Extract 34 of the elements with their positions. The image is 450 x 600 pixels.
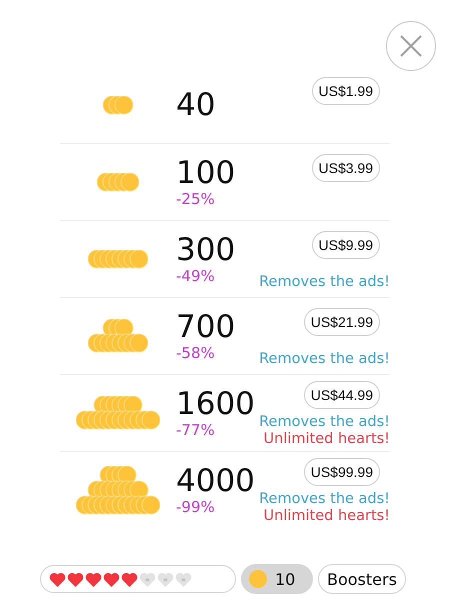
price-button[interactable]: US$44.99 xyxy=(304,381,380,409)
coin-amount: 700 xyxy=(176,310,236,344)
removes-ads-text: Removes the ads! xyxy=(259,491,390,508)
coin-stack-icon xyxy=(88,250,148,268)
coin-amount: 40 xyxy=(176,88,216,122)
coin-amount: 1600 xyxy=(176,387,255,421)
unlimited-hearts-text: Unlimited hearts! xyxy=(264,431,390,448)
price-button[interactable]: US$99.99 xyxy=(304,458,380,486)
coin-stack-icon xyxy=(88,319,148,353)
coin-amount: 4000 xyxy=(176,464,255,498)
discount-text: -77% xyxy=(176,421,215,439)
price-button[interactable]: US$9.99 xyxy=(312,231,380,259)
removes-ads-text: Removes the ads! xyxy=(259,274,390,291)
price-button[interactable]: US$1.99 xyxy=(312,77,380,105)
coin-icon xyxy=(249,570,267,588)
discount-text: -58% xyxy=(176,344,215,362)
price-button[interactable]: US$3.99 xyxy=(312,154,380,182)
coin-count: 10 xyxy=(275,570,296,588)
close-button[interactable] xyxy=(386,21,436,71)
coin-amount: 300 xyxy=(176,233,236,267)
price-button[interactable]: US$21.99 xyxy=(304,308,380,336)
close-icon xyxy=(399,34,423,58)
unlimited-hearts-text: Unlimited hearts! xyxy=(264,508,390,525)
discount-text: -99% xyxy=(176,498,215,516)
coin-stack-icon xyxy=(103,96,133,114)
coin-stack-icon xyxy=(97,172,139,192)
coin-stack-icon xyxy=(76,466,160,514)
coin-stack-icon xyxy=(76,396,160,430)
coin-amount: 100 xyxy=(176,156,236,190)
removes-ads-text: Removes the ads! xyxy=(259,351,390,368)
removes-ads-text: Removes the ads! xyxy=(259,414,390,431)
discount-text: -49% xyxy=(176,267,215,285)
boosters-button[interactable]: Boosters xyxy=(318,564,406,594)
discount-text: -25% xyxy=(176,190,215,208)
